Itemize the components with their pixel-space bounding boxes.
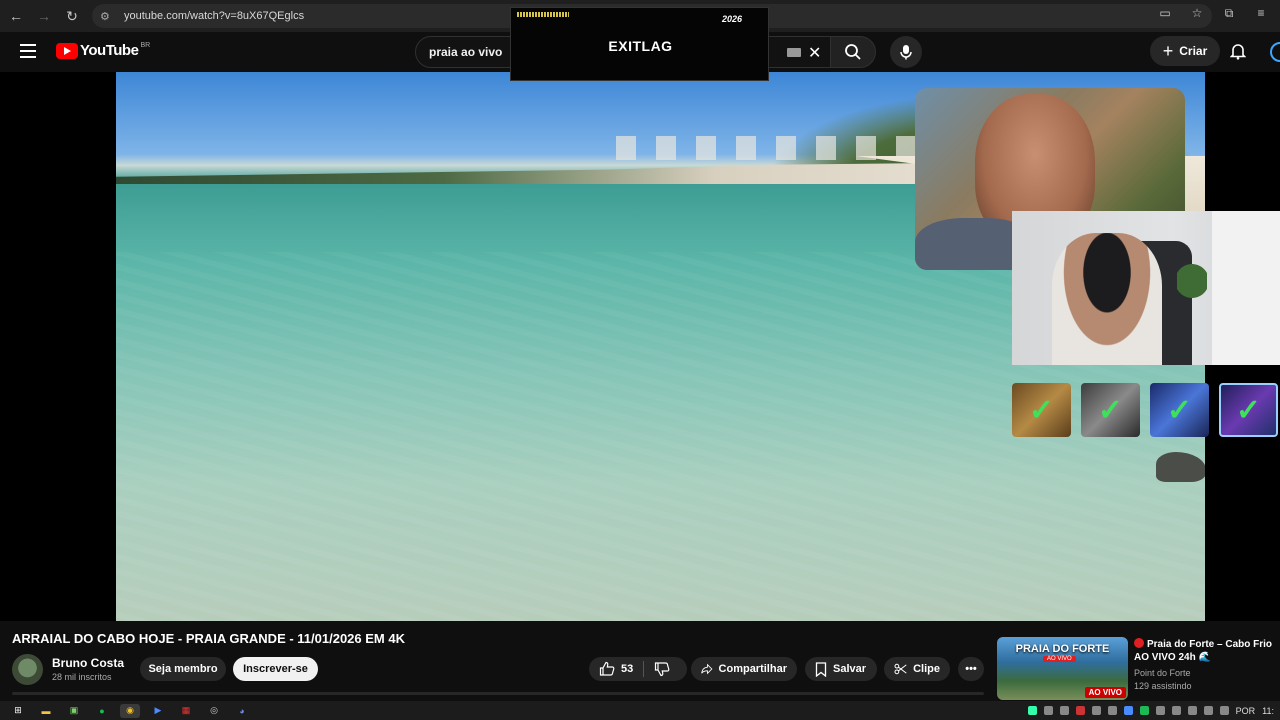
join-membership-button[interactable]: Seja membro bbox=[140, 657, 226, 681]
battery-icon[interactable] bbox=[1187, 706, 1197, 715]
save-button[interactable]: Salvar bbox=[805, 657, 877, 681]
more-actions-button[interactable]: ••• bbox=[958, 657, 984, 681]
live-badge: AO VIVO bbox=[1084, 687, 1126, 698]
webcam-person bbox=[1052, 233, 1162, 365]
more-dots-icon: ••• bbox=[965, 663, 977, 675]
notifications-bell-icon[interactable] bbox=[1229, 42, 1247, 65]
like-dislike-group: 53 bbox=[589, 657, 687, 681]
subscriber-count: 28 mil inscritos bbox=[52, 672, 112, 682]
clock-time[interactable]: 11: bbox=[1262, 706, 1274, 716]
youtube-play-icon bbox=[56, 42, 78, 59]
subscribe-button[interactable]: Inscrever-se bbox=[233, 657, 318, 681]
tray-icon[interactable] bbox=[1155, 706, 1165, 715]
windows-start-icon[interactable]: ⊞ bbox=[8, 704, 28, 718]
app-icon[interactable]: ▶ bbox=[148, 704, 168, 718]
bookmark-icon bbox=[815, 661, 827, 677]
spotify-icon[interactable]: ● bbox=[92, 704, 112, 718]
extensions-icon[interactable]: ⧉ bbox=[1220, 6, 1238, 21]
tray-icon[interactable] bbox=[1123, 706, 1133, 715]
menu-icon[interactable] bbox=[20, 44, 36, 58]
microphone-tray-icon[interactable] bbox=[1171, 706, 1181, 715]
exitlag-year: 2026 bbox=[721, 14, 742, 24]
forward-icon[interactable]: → bbox=[32, 4, 56, 28]
tray-icon[interactable] bbox=[1139, 706, 1149, 715]
channel-name[interactable]: Bruno Costa bbox=[52, 656, 124, 670]
file-explorer-icon[interactable]: ▬ bbox=[36, 704, 56, 718]
thumbs-up-icon[interactable] bbox=[599, 661, 615, 677]
share-label: Compartilhar bbox=[718, 663, 787, 675]
microphone-icon bbox=[900, 45, 912, 60]
chrome-icon[interactable]: ◉ bbox=[120, 703, 140, 718]
tray-icon[interactable] bbox=[1059, 706, 1069, 715]
checkmark-icon: ✓ bbox=[1012, 383, 1071, 437]
reading-list-icon[interactable]: ≡ bbox=[1252, 6, 1270, 21]
thumbs-down-icon[interactable] bbox=[654, 661, 670, 677]
keyboard-icon[interactable] bbox=[787, 48, 801, 57]
recommended-channel[interactable]: Point do Forte bbox=[1134, 668, 1280, 678]
channel-avatar[interactable] bbox=[12, 654, 43, 685]
like-divider bbox=[643, 661, 645, 677]
live-dot-icon bbox=[1134, 638, 1144, 648]
tray-icon[interactable] bbox=[1107, 706, 1117, 715]
recommended-viewers: 129 assistindo bbox=[1134, 681, 1192, 691]
create-button[interactable]: + Criar bbox=[1150, 36, 1220, 66]
tray-icon[interactable] bbox=[1091, 706, 1101, 715]
exitlag-ad-overlay[interactable]: 2026 EXITLAG bbox=[510, 7, 769, 81]
reload-icon[interactable]: ↻ bbox=[60, 4, 84, 28]
save-label: Salvar bbox=[833, 663, 867, 675]
clip-label: Clipe bbox=[913, 663, 940, 675]
recommended-video-title[interactable]: Praia do Forte – Cabo Frio AO VIVO 24h 🌊 bbox=[1134, 638, 1280, 664]
language-indicator[interactable]: POR bbox=[1236, 706, 1256, 716]
logo-word: YouTube bbox=[80, 42, 139, 59]
create-label: Criar bbox=[1179, 44, 1208, 58]
steam-icon[interactable]: ◎ bbox=[204, 704, 224, 718]
checkmark-icon: ✓ bbox=[1081, 383, 1140, 437]
region-code: BR bbox=[140, 42, 151, 49]
recommended-video-info[interactable]: Praia do Forte – Cabo Frio AO VIVO 24h 🌊… bbox=[1134, 638, 1280, 691]
tray-icon[interactable] bbox=[1027, 706, 1037, 715]
share-button[interactable]: Compartilhar bbox=[691, 657, 797, 681]
clear-search-icon[interactable]: ✕ bbox=[808, 43, 821, 63]
system-tray: POR 11: bbox=[1027, 701, 1280, 720]
search-button[interactable] bbox=[830, 36, 876, 68]
video-title: ARRAIAL DO CABO HOJE - PRAIA GRANDE - 11… bbox=[12, 631, 405, 646]
volume-icon[interactable] bbox=[1219, 706, 1229, 715]
network-icon[interactable] bbox=[1203, 706, 1213, 715]
recommended-video-thumbnail[interactable]: PRAIA DO FORTE AO VIVO AO VIVO bbox=[997, 637, 1128, 700]
plus-icon: + bbox=[1162, 40, 1174, 61]
browser-right-icons: ▭ ☆ ⧉ ≡ bbox=[1156, 6, 1270, 21]
bookmark-star-icon[interactable]: ☆ bbox=[1188, 6, 1206, 21]
webcam-overlay-streamer bbox=[1012, 211, 1280, 365]
checkmark-icon: ✓ bbox=[1219, 383, 1278, 437]
thumbnail-title: PRAIA DO FORTE bbox=[1015, 643, 1110, 655]
tray-icon[interactable] bbox=[1075, 706, 1085, 715]
checkmark-icon: ✓ bbox=[1150, 383, 1209, 437]
share-icon bbox=[701, 663, 713, 675]
site-settings-icon[interactable]: ⚙ bbox=[100, 10, 116, 23]
achievement-tiles: ✓ ✓ ✓ ✓ bbox=[1012, 383, 1280, 437]
description-divider bbox=[12, 692, 984, 695]
voice-search-button[interactable] bbox=[890, 36, 922, 68]
scissors-icon bbox=[894, 663, 907, 675]
like-count[interactable]: 53 bbox=[621, 663, 633, 675]
back-icon[interactable]: ← bbox=[4, 4, 28, 28]
search-icon bbox=[845, 44, 861, 60]
media-app-icon[interactable]: ▦ bbox=[176, 704, 196, 718]
webcam-plant bbox=[1177, 251, 1207, 311]
windows-taskbar: ⊞ ▬ ▣ ● ◉ ▶ ▦ ◎ ◕ POR 11: bbox=[0, 701, 1280, 720]
url-text: youtube.com/watch?v=8uX67QEglcs bbox=[124, 10, 305, 22]
clip-button[interactable]: Clipe bbox=[884, 657, 950, 681]
thumbnail-subtitle: AO VIVO bbox=[1043, 656, 1076, 662]
exitlag-stripe bbox=[517, 12, 569, 17]
youtube-logo[interactable]: YouTube BR bbox=[56, 42, 150, 59]
exitlag-logo: EXITLAG bbox=[608, 38, 673, 54]
webcam-poster bbox=[1212, 211, 1280, 365]
recommended-title-text: Praia do Forte – Cabo Frio AO VIVO 24h 🌊 bbox=[1134, 639, 1273, 663]
discord-icon[interactable]: ◕ bbox=[232, 704, 252, 718]
store-icon[interactable]: ▣ bbox=[64, 704, 84, 718]
tray-icon[interactable] bbox=[1043, 706, 1053, 715]
cast-icon[interactable]: ▭ bbox=[1156, 6, 1174, 21]
